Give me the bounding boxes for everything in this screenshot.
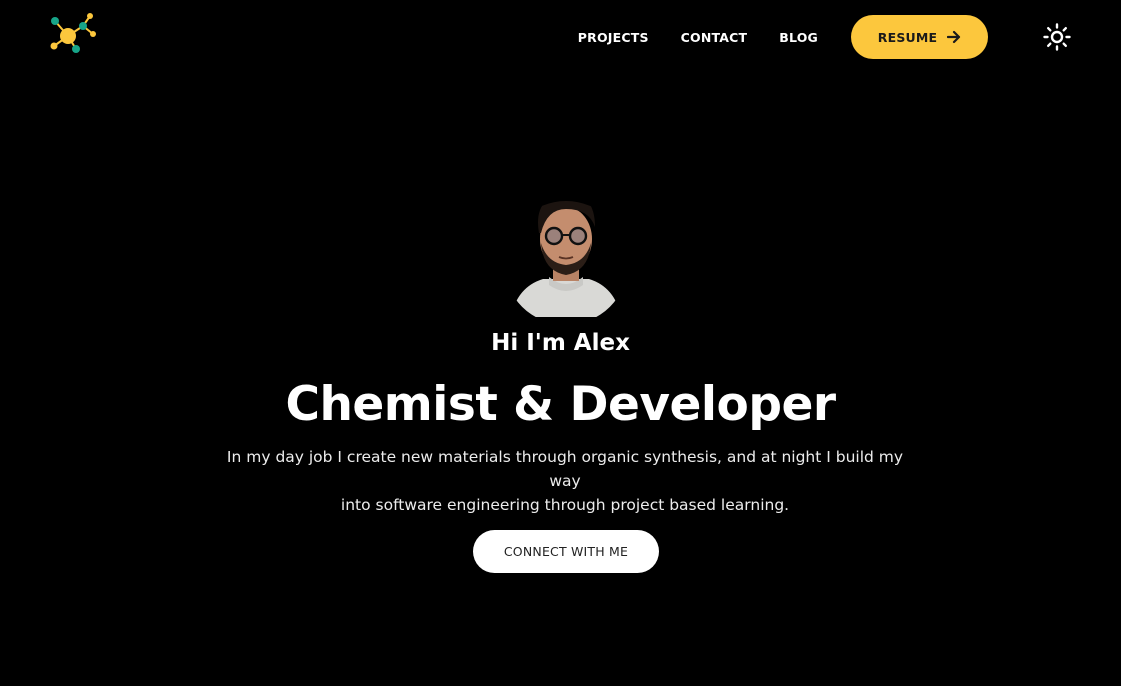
nav-link-projects[interactable]: PROJECTS [578,30,649,45]
sun-icon[interactable] [1043,23,1071,51]
nav-link-contact[interactable]: CONTACT [681,30,748,45]
resume-button[interactable]: RESUME [851,15,988,59]
bio-text: In my day job I create new materials thr… [220,445,910,517]
connect-button[interactable]: CONNECT WITH ME [473,530,659,573]
arrow-right-icon [947,30,961,44]
page-title: Chemist & Developer [285,377,836,432]
page: PROJECTS CONTACT BLOG RESUME Hi I'm Alex… [0,0,1121,686]
nav-link-blog[interactable]: BLOG [779,30,818,45]
connect-button-label: CONNECT WITH ME [503,544,629,559]
bio-line-1: In my day job I create new materials thr… [226,448,904,490]
molecule-icon[interactable] [46,10,98,58]
resume-button-label: RESUME [877,29,938,45]
main-nav: PROJECTS CONTACT BLOG RESUME [578,15,1071,59]
profile-photo [511,201,621,317]
bio-line-2: into software engineering through projec… [340,496,790,514]
greeting: Hi I'm Alex [491,330,630,356]
